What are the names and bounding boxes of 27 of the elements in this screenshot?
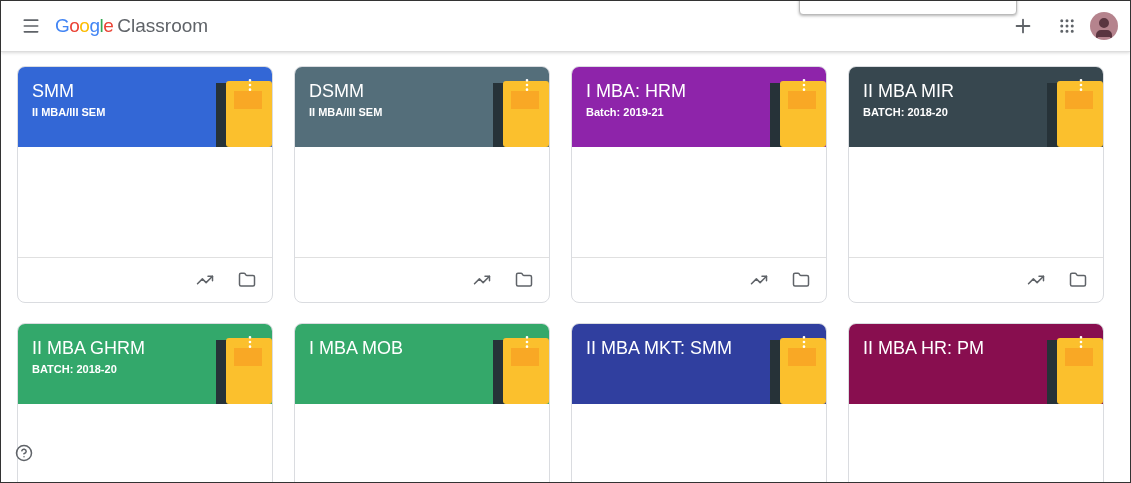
app-title: Classroom [117, 15, 209, 37]
class-card[interactable]: I MBA: HRM Batch: 2019-21 [571, 66, 827, 303]
menu-icon[interactable] [21, 16, 41, 36]
class-name[interactable]: DSMM [309, 81, 364, 102]
brand-logo: Google [55, 15, 114, 37]
apps-grid-icon[interactable] [1058, 17, 1076, 35]
class-card[interactable]: II MBA MKT: SMM [571, 323, 827, 482]
class-name[interactable]: I MBA: HRM [586, 81, 686, 102]
folder-icon[interactable] [238, 271, 256, 289]
class-section: II MBA/III SEM [32, 106, 106, 118]
folder-icon[interactable] [792, 271, 810, 289]
folder-icon[interactable] [515, 271, 533, 289]
class-section: BATCH: 2018-20 [863, 106, 948, 118]
class-name[interactable]: II MBA MKT: SMM [586, 338, 732, 359]
class-card[interactable]: SMM II MBA/III SEM [17, 66, 273, 303]
help-icon[interactable] [15, 444, 33, 462]
class-section: BATCH: 2018-20 [32, 363, 117, 375]
class-name[interactable]: II MBA MIR [863, 81, 954, 102]
class-name[interactable]: II MBA HR: PM [863, 338, 985, 359]
class-name[interactable]: SMM [32, 81, 74, 102]
class-section: II MBA/III SEM [309, 106, 383, 118]
class-card[interactable]: II MBA HR: PM [848, 323, 1104, 482]
class-section: Batch: 2019-21 [586, 106, 664, 118]
class-card[interactable]: II MBA MIR BATCH: 2018-20 [848, 66, 1104, 303]
class-card[interactable]: DSMM II MBA/III SEM [294, 66, 550, 303]
avatar[interactable] [1090, 12, 1118, 40]
folder-icon[interactable] [1069, 271, 1087, 289]
